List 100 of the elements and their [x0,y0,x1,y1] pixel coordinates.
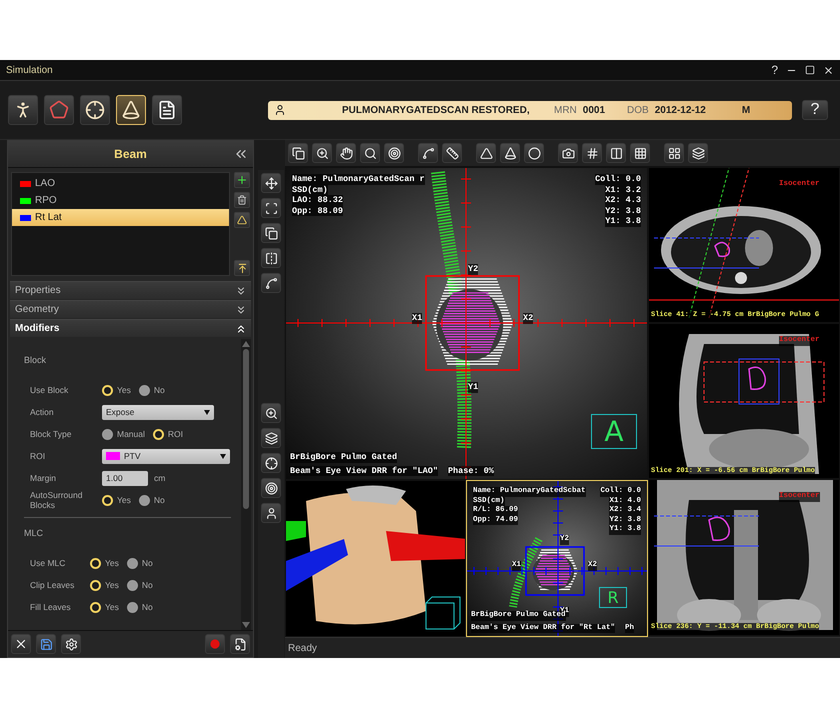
phase-label: Phase: 0% [448,466,494,476]
curve-tool-button[interactable] [418,143,438,163]
field-label: Action [30,407,55,417]
radio-option[interactable]: No [126,602,153,612]
crosshair-tool-button[interactable] [80,95,110,125]
target-tool-button[interactable] [384,143,404,163]
table-tool-button[interactable] [606,143,626,163]
ruler-tool-button[interactable] [442,143,462,163]
beam-row[interactable]: Rt Lat [12,209,229,226]
beam-row[interactable]: RPO [12,192,229,209]
radio-option[interactable]: Yes [102,384,131,396]
help-button[interactable]: ? [771,63,778,77]
mrn-label: MRN [554,104,577,116]
document-tool-button[interactable] [152,95,182,125]
mirror-tool-button[interactable] [261,248,281,268]
layers-tool-button[interactable] [688,143,708,163]
triangle-tool-button[interactable] [476,143,496,163]
beam-row[interactable]: LAO [12,175,229,192]
radio-option[interactable]: Manual [102,428,145,440]
magnifier-tool-button[interactable] [360,143,380,163]
zoom-icon [316,146,328,160]
radio-option[interactable]: No [126,580,153,590]
jaw-label: X1 [412,313,422,324]
trash-icon [237,195,247,205]
3d-view[interactable] [285,480,466,637]
close-icon [14,637,28,651]
section-header[interactable]: Properties [10,281,251,299]
beam-name: RPO [35,195,57,206]
circle-tool-button[interactable] [524,143,544,163]
record-dot-icon [210,639,220,649]
field-label: AutoSurround Blocks [30,490,84,510]
close-icon[interactable] [823,64,834,76]
document-settings-button[interactable] [230,634,250,654]
jaw-reading: Y2: 3.8 [605,206,641,216]
field-label: Block Type [30,429,72,439]
polygon-tool-button[interactable] [44,95,74,125]
jaw-label: Y1 [468,382,478,392]
target-tool-button[interactable] [261,478,281,498]
group-title: Block [24,355,48,365]
move-top-button[interactable] [234,260,250,276]
radio-option[interactable]: Yes [90,580,119,590]
copy-tool-button[interactable] [261,223,281,243]
add-button[interactable] [234,172,250,188]
crosshair-tool-button[interactable] [261,453,281,473]
radio-option[interactable]: No [126,558,153,568]
close-button[interactable] [11,634,31,654]
save-button[interactable] [36,634,56,654]
camera-tool-button[interactable] [558,143,578,163]
beam-info-text: LAO: 88.32 [292,195,344,206]
cone-tool-button[interactable] [500,143,520,163]
zoom-tool-button[interactable] [261,403,281,423]
radio-option[interactable]: Yes [90,558,119,568]
radio-option[interactable]: ROI [152,428,184,440]
drr-viewport[interactable]: Name: PulmonaryGatedScan r SSD(cm) LAO: 88.32 Opp: 88.09 Coll: 0.0 X1: 3.2 X2: 4.3 Y2: 3.8 Y1: 3.8 Y2 X1 X2 Y1 A BrBigBore Pulmo Gated Beam's Eye View DRR for "LAO" Phase: 0% [285,167,648,480]
chevron-down-icon [235,284,247,296]
window-title: Simulation [6,64,54,76]
dropdown[interactable]: Expose [102,404,214,420]
grid-tool-button[interactable] [630,143,650,163]
spline-tool-button[interactable] [261,273,281,293]
delete-button[interactable] [234,192,250,208]
target-icon [264,482,278,494]
help-button[interactable]: ? [802,100,828,120]
radio-option[interactable]: No [138,494,165,506]
cone-icon [504,146,516,160]
copy-icon [264,226,278,240]
status-text: Ready [288,642,317,654]
spine-contour-drawing [509,537,543,608]
radio-option[interactable]: Yes [102,494,131,506]
person-tool-button[interactable] [261,503,281,523]
layers-tool-button[interactable] [261,428,281,448]
beam-name: Rt Lat [35,212,62,223]
image-caption: BrBigBore Pulmo Gated [290,452,398,462]
pointer-tool-button[interactable] [261,173,281,193]
record-button[interactable] [205,634,225,654]
ruler-icon [446,146,458,160]
triangle-icon [237,215,247,225]
pointer-icon [264,176,278,190]
radio-option[interactable]: No [138,384,165,396]
grid-lines-tool-button[interactable] [582,143,602,163]
settings-button[interactable] [61,634,81,654]
zoom-tool-button[interactable] [312,143,332,163]
pan-tool-button[interactable] [336,143,356,163]
maximize-icon[interactable] [805,65,815,75]
beam-info-text: Opp: 88.09 [292,206,344,216]
contour-tool-button[interactable] [261,198,281,218]
field-label: Use Block [30,385,70,395]
radio-option[interactable]: Yes [90,602,119,612]
magnifier-icon [364,146,376,160]
orientation-marker: R [599,586,627,608]
layout-tool-button[interactable] [288,143,308,163]
view-caption: Beam's Eye View DRR for "LAO" [290,466,438,476]
mirror-button[interactable] [234,212,250,228]
dropdown[interactable]: PTV [102,448,230,464]
section-header[interactable]: Modifiers [10,319,251,337]
margin-field[interactable]: 1.00 [102,470,148,486]
person-tool-button[interactable] [8,95,38,125]
crosshair-icon [85,100,105,120]
scrollbar[interactable] [241,339,251,630]
window-layout-tool-button[interactable] [664,143,684,163]
section-header[interactable]: Geometry [10,300,251,318]
